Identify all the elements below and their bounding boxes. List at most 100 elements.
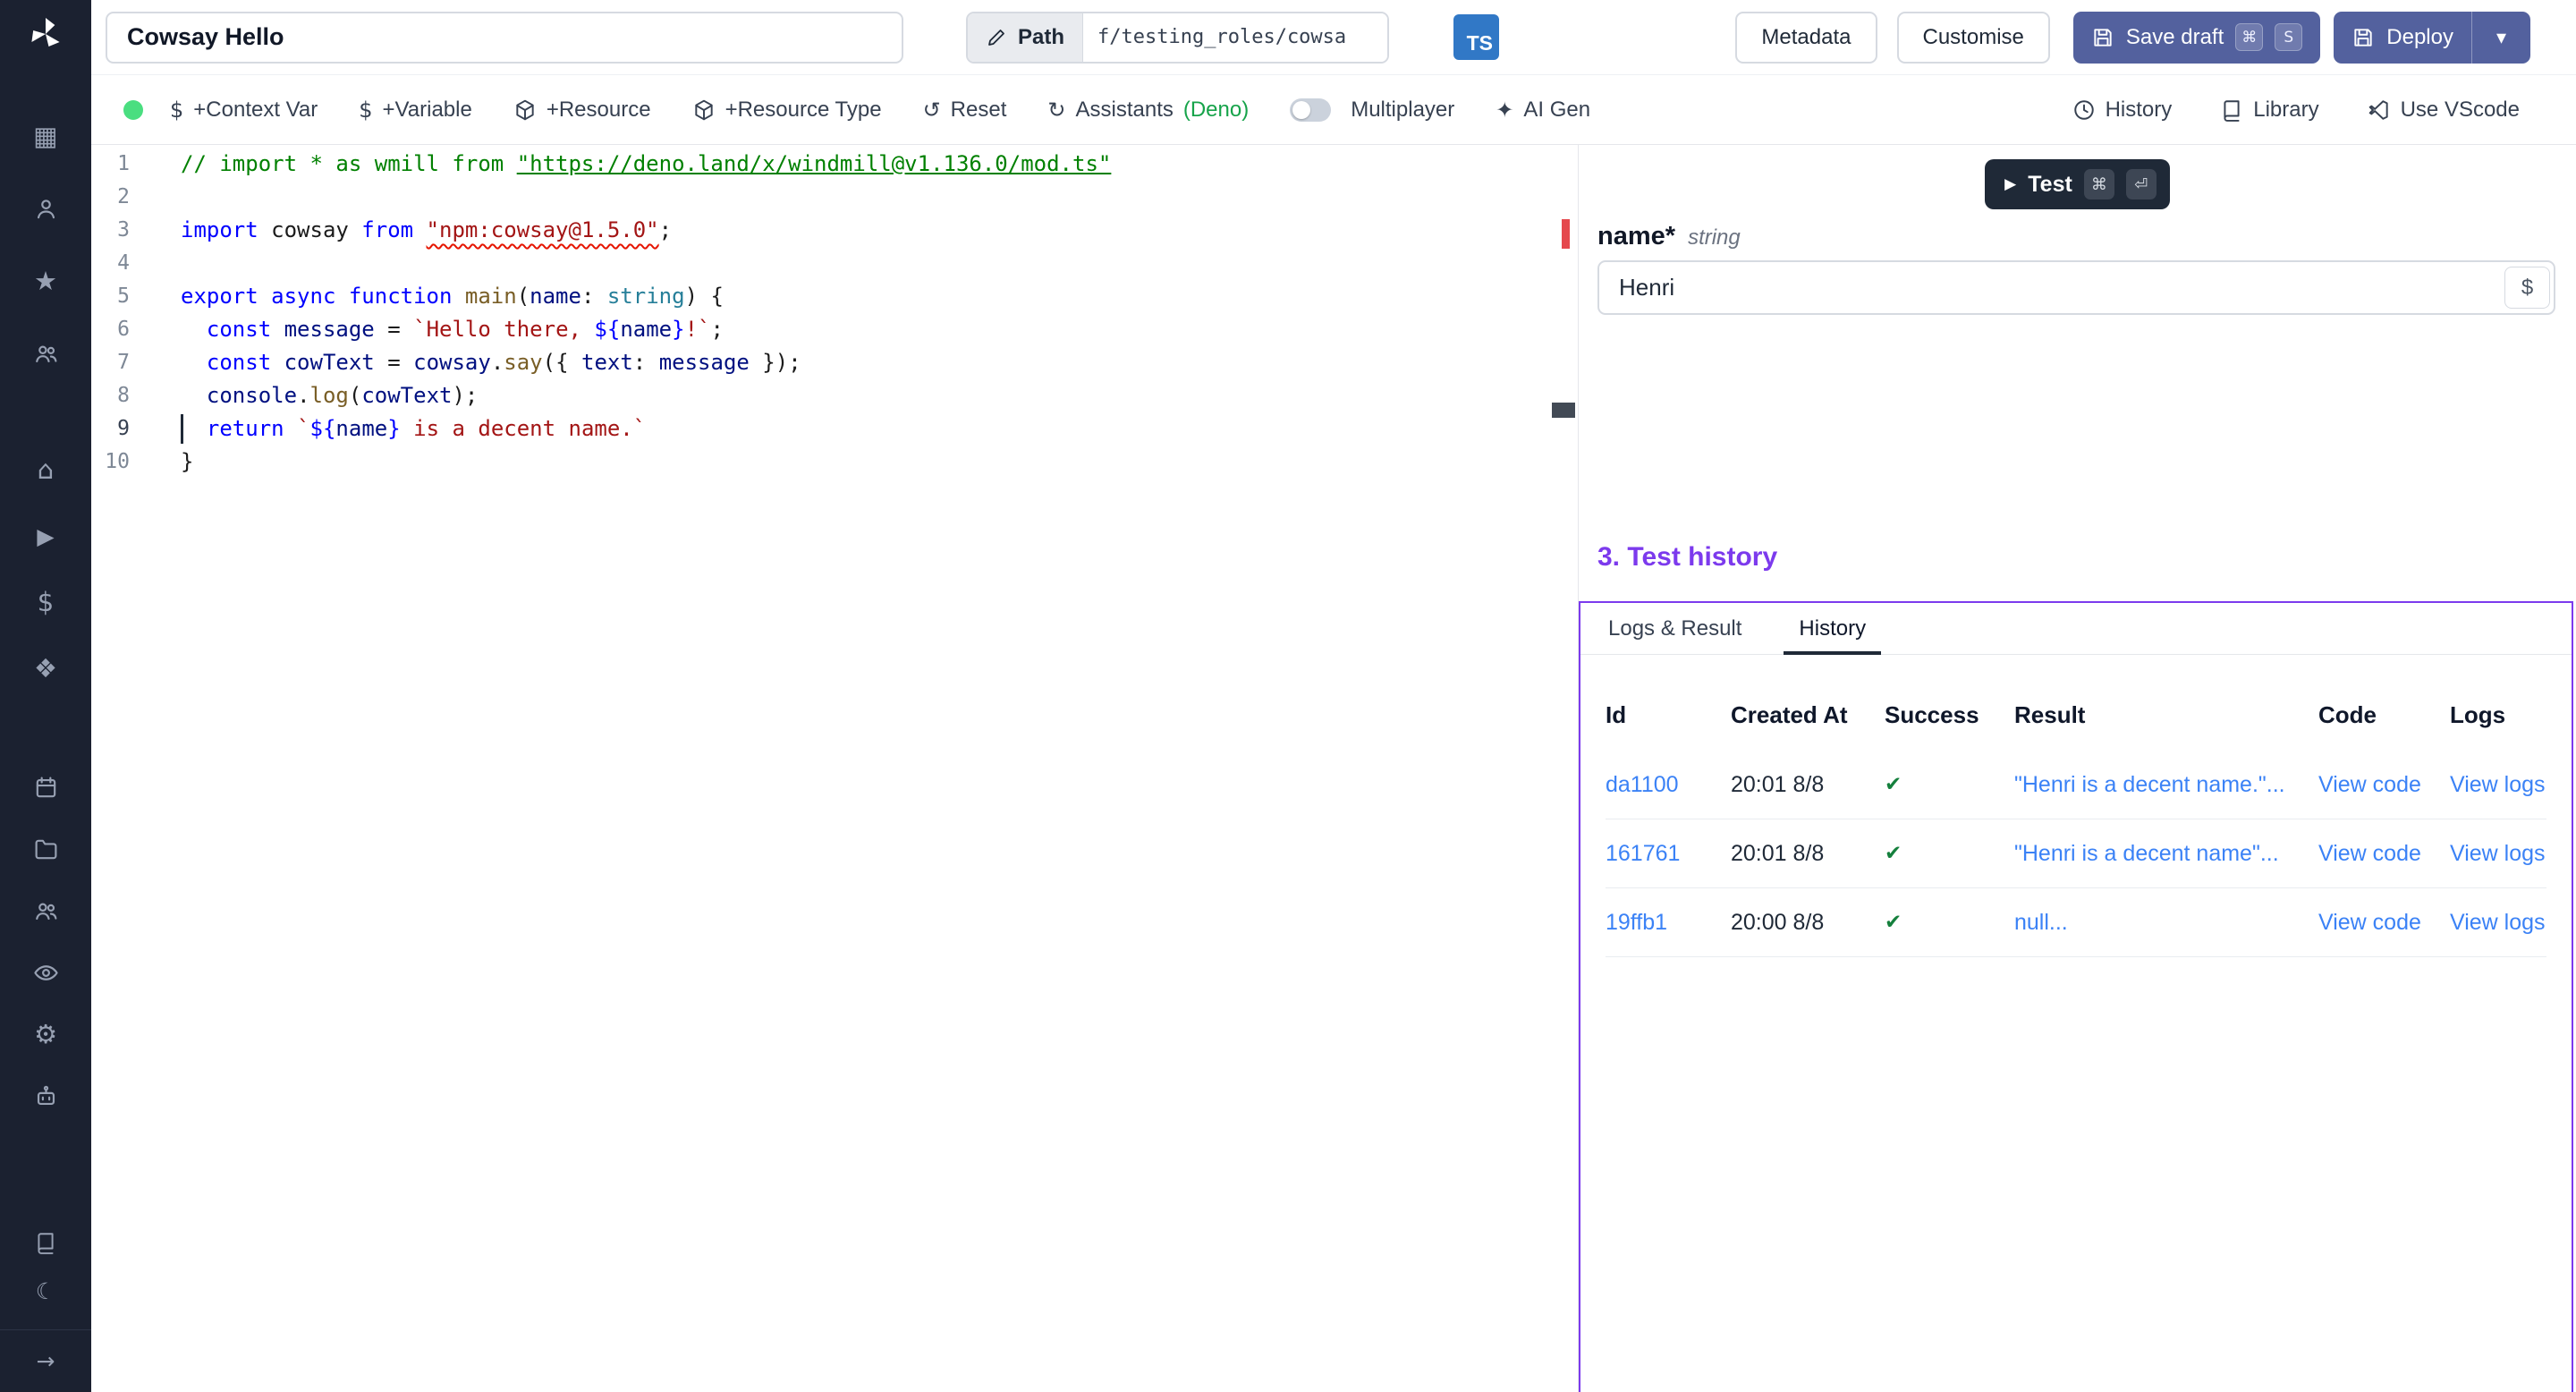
nav-favorites[interactable]: ★ [0,245,91,318]
pencil-icon [986,27,1007,48]
line-number: 9 [91,412,130,446]
code-line[interactable]: import cowsay from "npm:cowsay@1.5.0"; [181,214,1551,247]
job-id-link[interactable]: 161761 [1606,841,1731,867]
nav-audit-logs[interactable] [0,942,91,1004]
code-token: string [607,284,685,309]
assistants-button[interactable]: ↻ Assistants (Deno) [1047,98,1249,123]
path-label: Path [1018,25,1064,50]
nav-workers[interactable] [0,1065,91,1127]
name-field-input[interactable] [1597,260,2555,315]
history-button[interactable]: History [2072,98,2173,123]
script-name-input[interactable] [106,12,903,64]
dollar-icon: $ [38,590,54,615]
column-header: Id [1606,701,1731,729]
column-header: Result [2014,701,2318,729]
ai-gen-button[interactable]: ✦ AI Gen [1496,98,1590,123]
add-context-var-label: +Context Var [193,98,318,123]
cursor-marker-icon [1552,403,1575,418]
code-token: } [672,317,684,342]
result-link[interactable]: "Henri is a decent name"... [2014,841,2318,867]
nav-folders[interactable] [0,819,91,880]
package-icon [513,98,537,122]
code-line[interactable]: } [181,446,1551,479]
view-code-link[interactable]: View code [2318,910,2450,936]
tab-logs-result[interactable]: Logs & Result [1593,603,1757,654]
code-token: cowsay [258,217,362,242]
customise-button[interactable]: Customise [1897,12,2050,64]
code-line[interactable]: export async function main(name: string)… [181,280,1551,313]
add-resource-button[interactable]: +Resource [513,98,651,123]
view-code-link[interactable]: View code [2318,772,2450,798]
code-token [181,416,207,441]
code-token [271,350,284,375]
code-token: ` [297,416,309,441]
code-line[interactable]: // import * as wmill from "https://deno.… [181,148,1551,181]
field-type-label: string [1688,225,1741,250]
add-variable-button[interactable]: $ +Variable [359,98,472,123]
deploy-button[interactable]: Deploy [2334,12,2471,64]
job-id-link[interactable]: da1100 [1606,772,1731,798]
code-token: main [465,284,517,309]
test-button[interactable]: ▶ Test ⌘ ⏎ [1985,159,2170,209]
editor-code[interactable]: // import * as wmill from "https://deno.… [181,145,1578,1392]
nav-members[interactable] [0,318,91,390]
reset-button[interactable]: ↺ Reset [923,98,1007,123]
code-token: const [207,317,271,342]
field-input-row: $ [1597,260,2555,315]
code-token: message [659,350,750,375]
line-number: 8 [91,379,130,412]
path-value[interactable]: f/testing_roles/cowsa [1083,13,1387,62]
view-code-link[interactable]: View code [2318,841,2450,867]
nav-resources[interactable]: ❖ [0,635,91,701]
code-line[interactable]: const message = `Hello there, ${name}!`; [181,313,1551,346]
save-icon [2091,26,2114,49]
insert-variable-button[interactable]: $ [2504,267,2550,309]
sparkle-icon: ✦ [1496,99,1513,121]
deploy-options-button[interactable]: ▾ [2471,12,2530,64]
code-line[interactable] [181,181,1551,214]
nav-variables[interactable]: $ [0,569,91,635]
tab-history[interactable]: History [1784,603,1881,654]
windmill-logo[interactable] [0,0,91,68]
library-button[interactable]: Library [2220,98,2318,123]
view-logs-link[interactable]: View logs [2450,772,2546,798]
code-line[interactable] [181,247,1551,280]
result-link[interactable]: null... [2014,910,2318,936]
metadata-button[interactable]: Metadata [1735,12,1877,64]
star-icon: ★ [34,268,57,294]
nav-schedules[interactable] [0,757,91,819]
assistants-label: Assistants [1075,98,1173,123]
nav-account[interactable] [0,173,91,245]
add-resource-type-label: +Resource Type [725,98,882,123]
edit-path-button[interactable]: Path [968,13,1083,62]
package-icon [692,98,716,122]
nav-settings[interactable]: ⚙ [0,1004,91,1065]
code-line[interactable]: const cowText = cowsay.say({ text: messa… [181,346,1551,379]
theme-toggle[interactable]: ☾ [0,1267,91,1315]
use-vscode-button[interactable]: Use VScode [2368,98,2520,123]
result-link[interactable]: "Henri is a decent name."... [2014,772,2318,798]
nav-apps[interactable]: ▦ [0,100,91,173]
nav-runs[interactable]: ▶ [0,503,91,569]
code-editor[interactable]: 12345678910 // import * as wmill from "h… [91,145,1579,1392]
add-resource-type-button[interactable]: +Resource Type [692,98,882,123]
test-button-row: ▶ Test ⌘ ⏎ [1579,159,2576,209]
view-logs-link[interactable]: View logs [2450,841,2546,867]
code-token: message [284,317,375,342]
multiplayer-toggle[interactable] [1290,98,1331,122]
multiplayer-label: Multiplayer [1351,98,1454,123]
add-context-var-button[interactable]: $ +Context Var [170,98,318,123]
line-number: 10 [91,446,130,479]
folder-icon [33,836,59,862]
code-line[interactable]: console.log(cowText); [181,379,1551,412]
nav-groups[interactable] [0,880,91,942]
robot-icon [33,1083,59,1109]
save-draft-button[interactable]: Save draft ⌘ S [2073,12,2320,64]
job-id-link[interactable]: 19ffb1 [1606,910,1731,936]
code-line[interactable]: return `${name} is a decent name.` [181,412,1551,446]
nav-docs[interactable] [0,1218,91,1267]
view-logs-link[interactable]: View logs [2450,910,2546,936]
nav-home[interactable]: ⌂ [0,437,91,503]
sidebar-expand-button[interactable]: → [0,1329,91,1392]
code-token: is a decent name.` [401,416,647,441]
